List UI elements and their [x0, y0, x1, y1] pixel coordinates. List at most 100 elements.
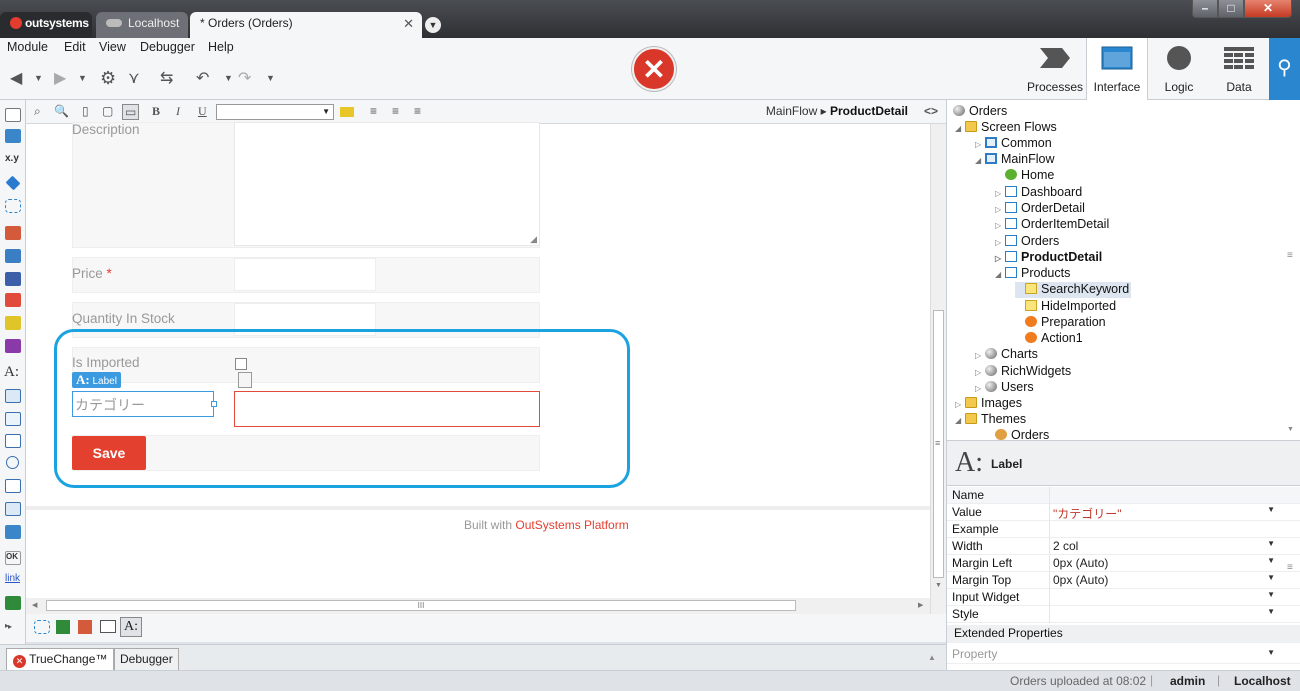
- container-tool-icon[interactable]: [100, 620, 116, 633]
- tree-mainflow[interactable]: ◢ MainFlow: [975, 152, 1055, 168]
- tree-screen-flows[interactable]: ◢ Screen Flows: [955, 120, 1057, 136]
- error-icon[interactable]: ✕: [632, 47, 676, 91]
- gear-icon[interactable]: ⚙: [100, 68, 116, 89]
- tree-screen-orders[interactable]: ▷ Orders: [995, 234, 1059, 250]
- prop-row-example[interactable]: Example: [947, 521, 1300, 538]
- style-class-icon[interactable]: [340, 107, 354, 117]
- placeholder-tool-icon[interactable]: [34, 620, 50, 634]
- prop-row-input-widget[interactable]: Input Widget ▼: [947, 589, 1300, 606]
- tree-images[interactable]: ▷ Images: [955, 396, 1022, 412]
- placeholder-widget-icon[interactable]: [5, 199, 21, 213]
- tab-menu-icon[interactable]: ▼: [425, 17, 441, 33]
- edit-record-icon[interactable]: [5, 293, 21, 307]
- prop-row-name[interactable]: Name: [947, 487, 1300, 504]
- font-style-select[interactable]: ▼: [216, 104, 334, 120]
- expand-panel-icon[interactable]: ▲: [928, 653, 936, 662]
- tree-var-searchkeyword[interactable]: SearchKeyword: [1015, 282, 1132, 298]
- tab-debugger[interactable]: Debugger: [114, 648, 179, 670]
- align-center-icon[interactable]: ≡: [392, 104, 399, 118]
- tree-var-hideimported[interactable]: HideImported: [1015, 299, 1116, 315]
- menu-edit[interactable]: Edit: [64, 40, 86, 54]
- list-widget-icon[interactable]: [5, 249, 21, 263]
- collapse-arrow-icon[interactable]: ▸: [8, 622, 12, 631]
- redo-dropdown-icon[interactable]: ▼: [266, 73, 275, 83]
- tree-screen-products[interactable]: ◢ Products: [995, 266, 1070, 282]
- forward-icon[interactable]: ▶: [54, 68, 66, 88]
- quantity-label[interactable]: Quantity In Stock: [72, 311, 175, 326]
- container-widget-icon[interactable]: [5, 108, 21, 122]
- italic-button[interactable]: I: [176, 104, 180, 119]
- menu-view[interactable]: View: [99, 40, 126, 54]
- align-left-icon[interactable]: ≡: [370, 104, 377, 118]
- back-dropdown-icon[interactable]: ▼: [34, 73, 43, 83]
- description-textarea[interactable]: ◢: [234, 122, 540, 246]
- source-toggle-button[interactable]: <>: [924, 104, 938, 118]
- tree-charts[interactable]: ▷ Charts: [975, 347, 1038, 363]
- maximize-button[interactable]: □: [1218, 0, 1244, 18]
- tree-screen-home[interactable]: Home: [995, 168, 1054, 184]
- preview-icon[interactable]: ⌕: [34, 104, 41, 119]
- tab-processes[interactable]: Processes: [1024, 38, 1086, 100]
- tab-data[interactable]: Data: [1208, 38, 1270, 100]
- prop-row-margin-top[interactable]: Margin Top 0px (Auto) ▼: [947, 572, 1300, 589]
- tab-orders[interactable]: * Orders (Orders) ✕: [190, 12, 422, 38]
- scroll-down-icon[interactable]: ▼: [935, 582, 942, 589]
- canvas-vertical-scrollbar[interactable]: ≡ ▼: [930, 124, 946, 614]
- tree-root[interactable]: Orders: [953, 104, 1007, 120]
- tree-users[interactable]: ▷ Users: [975, 380, 1034, 396]
- dependencies-icon[interactable]: ⋎: [128, 68, 140, 88]
- zoom-icon[interactable]: 🔍: [54, 104, 69, 118]
- prop-row-margin-left[interactable]: Margin Left 0px (Auto) ▼: [947, 555, 1300, 572]
- description-label[interactable]: Description: [72, 122, 140, 137]
- scroll-right-icon[interactable]: ▶: [918, 601, 923, 609]
- tree-richwidgets[interactable]: ▷ RichWidgets: [975, 364, 1071, 380]
- image-widget-icon[interactable]: [5, 596, 21, 610]
- checkbox-widget-icon[interactable]: [5, 434, 21, 448]
- horizontal-scroll-thumb[interactable]: III: [46, 600, 796, 611]
- button-widget-icon[interactable]: OK: [5, 551, 21, 565]
- table-widget-icon[interactable]: [5, 129, 21, 143]
- form-widget-icon[interactable]: [5, 226, 21, 240]
- tablet-view-icon[interactable]: ▢: [102, 104, 113, 118]
- tree-action-action1[interactable]: Action1: [1015, 331, 1083, 347]
- status-server[interactable]: Localhost: [1234, 674, 1291, 688]
- bold-button[interactable]: B: [152, 104, 160, 119]
- upload-widget-icon[interactable]: [5, 525, 21, 539]
- scroll-left-icon[interactable]: ◀: [32, 601, 37, 609]
- radio-widget-icon[interactable]: [6, 456, 19, 469]
- list-box-widget-icon[interactable]: [5, 502, 21, 516]
- tab-logic[interactable]: Logic: [1148, 38, 1210, 100]
- search-icon[interactable]: ⚲: [1269, 38, 1300, 100]
- status-user[interactable]: admin: [1170, 674, 1205, 688]
- close-window-button[interactable]: ✕: [1244, 0, 1292, 18]
- text-widget-icon[interactable]: A:: [4, 364, 20, 380]
- desktop-view-icon[interactable]: ▭: [122, 104, 140, 120]
- tree-screen-productdetail[interactable]: ▷ ProductDetail: [995, 250, 1102, 266]
- tab-localhost[interactable]: Localhost: [96, 12, 188, 38]
- underline-button[interactable]: U: [198, 104, 207, 119]
- link-widget-icon[interactable]: link: [5, 573, 21, 587]
- tree-action-preparation[interactable]: Preparation: [1015, 315, 1106, 331]
- breadcrumb-screen[interactable]: ProductDetail: [830, 104, 908, 118]
- tree-common[interactable]: ▷ Common: [975, 136, 1052, 152]
- text-tool-icon[interactable]: A:: [120, 617, 142, 637]
- prop-row-style[interactable]: Style ▼: [947, 606, 1300, 623]
- brush-icon[interactable]: [5, 339, 21, 353]
- prop-row-value[interactable]: Value "カテゴリー" ▼: [947, 504, 1300, 521]
- input-widget-icon[interactable]: [5, 389, 21, 403]
- records-widget-icon[interactable]: [5, 272, 21, 286]
- image-tool-icon[interactable]: [56, 620, 70, 634]
- breadcrumb-flow[interactable]: MainFlow: [766, 104, 817, 118]
- tree-theme-orders[interactable]: Orders: [985, 428, 1049, 440]
- tree-scroll-down-icon[interactable]: ▼: [1287, 426, 1294, 433]
- if-widget-icon[interactable]: [5, 175, 21, 191]
- menu-help[interactable]: Help: [208, 40, 234, 54]
- tree-screen-orderdetail[interactable]: ▷ OrderDetail: [995, 201, 1085, 217]
- form-tool-icon[interactable]: [78, 620, 92, 634]
- combobox-widget-icon[interactable]: [5, 479, 21, 493]
- tree-themes[interactable]: ◢ Themes: [955, 412, 1026, 428]
- tab-interface[interactable]: Interface: [1086, 38, 1148, 100]
- canvas-horizontal-scrollbar[interactable]: ◀ III ▶: [26, 598, 930, 614]
- menu-debugger[interactable]: Debugger: [140, 40, 195, 54]
- back-icon[interactable]: ◀: [10, 68, 22, 88]
